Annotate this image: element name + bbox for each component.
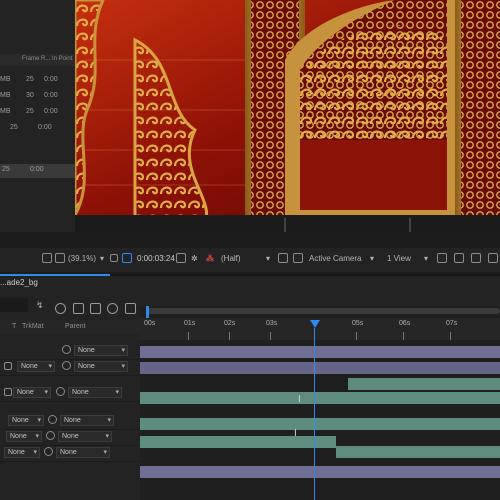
chevron-down-icon[interactable]: ▾ <box>266 254 270 263</box>
layer-bar[interactable] <box>140 392 500 404</box>
ruler-tick-label: 06s <box>399 320 411 327</box>
magnification-dropdown[interactable]: (39.1%) <box>68 254 96 263</box>
layer-column-header: T TrkMat Parent <box>0 320 140 334</box>
chevron-down-icon[interactable]: ▾ <box>100 254 104 263</box>
ruler-tick-label: 03s <box>266 320 278 327</box>
parent-dropdown[interactable]: None <box>56 447 110 458</box>
timeline-panel: ...ade2_bg ↯ T TrkMat Parent None None N… <box>0 274 500 500</box>
comp-flowchart-icon[interactable]: ↯ <box>36 300 47 311</box>
toggle-mask-icon[interactable] <box>293 253 303 263</box>
chevron-down-icon[interactable]: ▾ <box>424 254 428 263</box>
camera-icon[interactable] <box>176 253 186 263</box>
ruler-tick-label: 00s <box>144 320 156 327</box>
layer-search-input[interactable] <box>0 298 28 312</box>
project-panel: Frame R... In Point MB 25 0:00 MB 30 0:00 MB… <box>0 0 75 232</box>
region-icon[interactable] <box>110 254 118 262</box>
parent-dropdown[interactable]: None <box>58 431 112 442</box>
current-time-display[interactable]: 0:00:03:24 <box>137 254 175 263</box>
frame-blending-icon[interactable] <box>90 303 101 314</box>
project-item[interactable]: MB 30 0:00 <box>0 90 75 104</box>
text-cursor-icon: I <box>298 394 301 405</box>
layer-bar[interactable] <box>140 418 500 430</box>
trkmat-dropdown[interactable]: None <box>4 447 40 458</box>
work-area-bar[interactable] <box>146 308 500 314</box>
layer-row[interactable]: None None <box>0 358 140 376</box>
pickwhip-icon[interactable] <box>62 361 71 370</box>
in-point-column[interactable]: In Point <box>52 56 72 62</box>
current-time-indicator[interactable] <box>314 328 315 500</box>
parent-dropdown[interactable]: None <box>74 345 128 356</box>
fast-previews-icon[interactable] <box>278 253 288 263</box>
ruler-tick-label: 07s <box>446 320 458 327</box>
layer-bar[interactable] <box>348 378 500 390</box>
ruler-tick-label: 01s <box>184 320 196 327</box>
viewer-toolbar: (39.1%) ▾ 0:00:03:24 ✲ ⁂ (Half) ▾ Active… <box>0 248 500 272</box>
parent-dropdown[interactable]: None <box>74 361 128 372</box>
trkmat-dropdown[interactable]: None <box>17 361 55 372</box>
layer-switch-icon[interactable] <box>4 388 12 396</box>
transparency-grid-icon[interactable] <box>122 253 132 263</box>
parent-dropdown[interactable]: None <box>68 387 122 398</box>
layer-bar[interactable] <box>336 446 500 458</box>
grid-icon[interactable] <box>55 253 65 263</box>
time-ruler[interactable]: 00s 01s 02s 03s 05s 06s 07s <box>140 318 500 340</box>
trkmat-dropdown[interactable]: None <box>13 387 51 398</box>
pickwhip-icon[interactable] <box>62 345 71 354</box>
layer-row[interactable]: None None <box>0 444 140 462</box>
playhead-handle[interactable] <box>310 320 320 328</box>
timeline-tab[interactable]: ...ade2_bg <box>0 278 38 287</box>
layer-bar[interactable] <box>140 466 500 478</box>
layer-bar[interactable] <box>140 436 336 448</box>
pickwhip-icon[interactable] <box>56 387 65 396</box>
composition-viewer[interactable] <box>75 0 500 232</box>
ruler-tick-label: 05s <box>352 320 364 327</box>
draft-3d-icon[interactable] <box>55 303 66 314</box>
parent-column[interactable]: Parent <box>65 323 86 330</box>
layer-bar[interactable] <box>140 346 500 358</box>
project-item-selected[interactable]: 25 0:00 <box>0 164 75 178</box>
pickwhip-icon[interactable] <box>44 447 53 456</box>
trkmat-dropdown[interactable]: None <box>6 431 42 442</box>
pickwhip-icon[interactable] <box>48 415 57 424</box>
composition-frame-image <box>75 0 500 232</box>
timeline-tab-indicator <box>0 274 110 276</box>
motion-blur-icon[interactable] <box>107 303 118 314</box>
resolution-dropdown[interactable]: (Half) <box>221 254 241 263</box>
snapshot-icon[interactable] <box>454 253 464 263</box>
text-cursor-icon: I <box>294 428 297 439</box>
frame-rate-column[interactable]: Frame R... <box>22 56 50 62</box>
project-item[interactable]: MB 25 0:00 <box>0 74 75 88</box>
overflow-icon[interactable] <box>488 253 498 263</box>
pickwhip-icon[interactable] <box>46 431 55 440</box>
work-area-start-handle[interactable] <box>146 306 149 318</box>
ruler-tick-label: 02s <box>224 320 236 327</box>
trkmat-column[interactable]: TrkMat <box>22 323 44 330</box>
graph-editor-icon[interactable] <box>125 303 136 314</box>
parent-dropdown[interactable]: None <box>60 415 114 426</box>
color-wheel-icon[interactable]: ✲ <box>191 254 198 263</box>
project-item[interactable]: MB 25 0:00 <box>0 106 75 120</box>
timeline-track-area[interactable]: 00s 01s 02s 03s 05s 06s 07s I I <box>140 306 500 500</box>
trkmat-dropdown[interactable]: None <box>8 415 44 426</box>
chevron-down-icon[interactable]: ▾ <box>370 254 374 263</box>
layer-switch-icon[interactable] <box>4 362 12 370</box>
camera-view-dropdown[interactable]: Active Camera <box>309 254 361 263</box>
view-layout-dropdown[interactable]: 1 View <box>387 254 411 263</box>
project-column-header: Frame R... In Point <box>0 54 75 66</box>
show-channel-icon[interactable]: ⁂ <box>206 254 214 263</box>
pixel-aspect-icon[interactable] <box>437 253 447 263</box>
layer-bar[interactable] <box>140 362 500 374</box>
shy-layers-icon[interactable] <box>73 303 84 314</box>
project-item[interactable]: 25 0:00 <box>0 122 75 136</box>
layer-row[interactable]: None None <box>0 384 140 402</box>
monitor-icon[interactable] <box>42 253 52 263</box>
reset-exposure-icon[interactable] <box>471 253 481 263</box>
t-column[interactable]: T <box>12 323 16 330</box>
